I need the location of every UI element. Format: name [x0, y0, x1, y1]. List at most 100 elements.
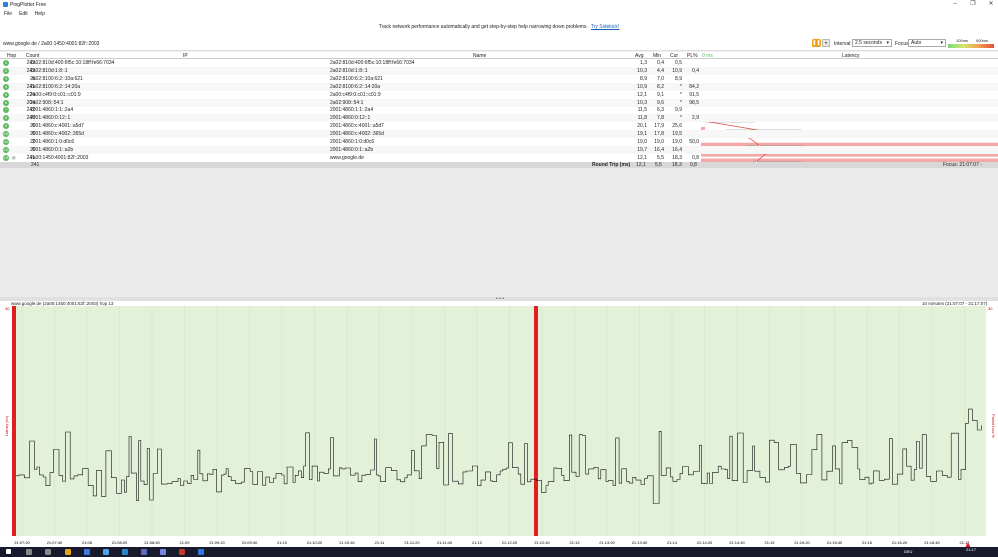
cell-ip: 2a02:810d:1:8::1: [30, 67, 68, 74]
cell-min: 8,2: [657, 83, 664, 90]
clock[interactable]: 21:17: [966, 548, 976, 552]
x-tick-label: 21:15: [764, 540, 775, 545]
packet-loss-marker: [12, 306, 16, 536]
x-tick-label: 21:07:20: [14, 540, 30, 545]
cell-ip: 2001:4860:0:12::1: [30, 115, 71, 122]
cell-min: 9,6: [657, 99, 664, 106]
x-tick-label: 21:11:40: [437, 540, 453, 545]
menu-bar: File Edit Help: [0, 9, 998, 18]
timeline-graph[interactable]: 21:07:20 21:07:40 21:08 21:08:20 21:08:40 21:…: [0, 306, 998, 548]
app-icon-2[interactable]: [103, 549, 109, 555]
table-row[interactable]: 4 241 2a02:8100:6:2::14:20a 2a02:8100:6:2::…: [0, 82, 998, 91]
app-icon-1[interactable]: [84, 549, 90, 555]
trace-target-icon: ◎: [12, 154, 16, 160]
promo-banner: Track network performance automatically …: [0, 18, 998, 36]
search-icon[interactable]: [26, 549, 32, 555]
table-row[interactable]: 2 242 2a02:810d:1:8::1 2a02:810d:1:8::1 10,3…: [0, 66, 998, 75]
cell-min: 9,1: [657, 91, 664, 98]
pause-button[interactable]: ❚❚: [812, 39, 821, 47]
cell-avg: 10,3: [637, 67, 647, 74]
hop-badge: 1: [3, 60, 9, 66]
cell-pl: 2,9: [692, 115, 699, 122]
language-indicator[interactable]: DEU: [904, 549, 912, 554]
hop-table: 1 2 4 2 2a02:810d:400:6f5c:10:18ff:fe66:7034…: [0, 59, 998, 221]
y-axis-label: Latency (ms): [5, 416, 9, 436]
y-axis-right-top-label: 30: [988, 306, 993, 311]
minimize-button[interactable]: –: [946, 0, 964, 9]
x-tick-label: 21:12:20: [502, 540, 518, 545]
graph-background: [12, 306, 986, 536]
x-tick-label: 21:08: [82, 540, 93, 545]
table-row[interactable]: 5 224 2a00:c4f9:0:c01::c01:9 2a00:c4f9:0:c0…: [0, 91, 998, 99]
table-row[interactable]: 9 6 2001:4860:c:4001::a5d7 2001:4860:c:4001…: [0, 122, 998, 130]
table-row[interactable]: 6 204 2a02:908::54:1 2a02:908::54:1 10,3 9,6 *…: [0, 98, 998, 107]
discord-icon[interactable]: [160, 549, 166, 555]
x-tick-label: 21:15:20: [794, 540, 810, 545]
target-address[interactable]: www.google.de / 2a00:1450:4001:82f::2003: [3, 41, 99, 47]
menu-file[interactable]: File: [4, 11, 12, 17]
cell-cur: *: [680, 83, 682, 90]
x-tick-label: 21:12: [472, 540, 483, 545]
menu-edit[interactable]: Edit: [19, 11, 28, 17]
cell-avg: 10,9: [637, 83, 647, 90]
cell-avg: 1,3: [640, 60, 647, 66]
scale-label-left: 100ms: [956, 38, 969, 43]
empty-area: [0, 168, 998, 297]
cell-min: 6,3: [657, 107, 664, 114]
taskview-icon[interactable]: [45, 549, 51, 555]
table-row[interactable]: 3 6 2a02:8100:6:2::10a:621 2a02:8100:6:2::1…: [0, 75, 998, 83]
table-row[interactable]: 7 242 2001:4860:1:1::2a4 2001:4860:1:1::2a4…: [0, 106, 998, 114]
cell-avg: 11,5: [637, 107, 647, 114]
explorer-icon[interactable]: [65, 549, 71, 555]
timeline-graph-svg: 21:07:20 21:07:40 21:08 21:08:20 21:08:40 21:…: [5, 306, 995, 548]
table-row[interactable]: 12 6 2001:4860:0:1::a2b 2001:4860:0:1::a2b 1…: [0, 145, 998, 154]
x-tick-label: 21:13: [569, 540, 580, 545]
cell-pl: 0,8: [692, 154, 699, 161]
hop-badge: 8: [3, 115, 9, 122]
cell-name: 2001:4860:1:1::2a4: [330, 107, 374, 114]
cell-cur: 9,9: [675, 107, 682, 114]
table-row[interactable]: 8 240 2001:4860:0:12::1 2001:4860:0:12::1 11…: [0, 114, 998, 123]
app-icon-3[interactable]: [141, 549, 147, 555]
window-title: PingPlotter Free: [10, 1, 47, 8]
interval-select[interactable]: 2.5 seconds ▾: [852, 39, 892, 47]
cell-ip: 2a02:810d:400:6f5c:10:18ff:fe66:7034: [30, 60, 115, 66]
y-axis-right-label: Packet Loss %: [991, 414, 995, 437]
cell-cur: 8,9: [675, 75, 682, 82]
cell-min: 7,0: [657, 75, 664, 82]
table-row[interactable]: 10 6 2001:4860:c:4002::365d 2001:4860:c:400…: [0, 130, 998, 139]
x-tick-label: 21:08:40: [144, 540, 160, 545]
menu-help[interactable]: Help: [35, 11, 45, 17]
windows-start-icon[interactable]: [6, 549, 11, 554]
sidekick-link[interactable]: Try Sidekick!: [591, 24, 619, 30]
cell-ip: 2a00:c4f9:0:c01::c01:9: [30, 91, 81, 98]
cell-avg: 19,1: [637, 131, 647, 138]
cell-name: 2001:4860:0:12::1: [330, 115, 371, 122]
cell-pl: 50,0: [689, 139, 699, 145]
cell-min: 5,5: [657, 154, 664, 161]
cell-cur: 19,0: [672, 139, 682, 145]
table-row[interactable]: 1 242 2a02:810d:400:6f5c:10:18ff:fe66:7034…: [0, 59, 998, 67]
pingplotter-taskbar-icon[interactable]: [198, 549, 204, 555]
x-tick-label: 21:11: [375, 540, 385, 545]
app-icon-4[interactable]: [179, 549, 185, 555]
cell-min: 0,4: [657, 60, 664, 66]
table-row[interactable]: 11 2 2001:4860:1:0:d0c6 2001:4860:1:0:d0c6 1…: [0, 138, 998, 146]
x-tick-label: 21:11:20: [404, 540, 420, 545]
cell-avg: 11,8: [637, 115, 647, 122]
target-bar: www.google.de / 2a00:1450:4001:82f::2003…: [0, 36, 998, 51]
cell-avg: 12,1: [637, 154, 647, 161]
dropdown-icon[interactable]: ▾: [822, 39, 830, 47]
maximize-button[interactable]: ❐: [964, 0, 982, 9]
close-button[interactable]: ✕: [982, 0, 998, 9]
x-tick-label: 21:14:20: [697, 540, 713, 545]
focus-select[interactable]: Auto ▾: [908, 39, 946, 47]
table-row[interactable]: 13 241 2a00:1450:4001:82f::2003 www.google.…: [0, 154, 998, 162]
cell-cur: 19,5: [672, 131, 682, 138]
cell-name: 2001:4860:0:1::a2b: [330, 146, 374, 153]
cell-name: 2a02:908::54:1: [330, 99, 364, 106]
cell-name: 2a02:810d:400:6f5c:10:18ff:fe66:7034: [330, 60, 415, 66]
edge-icon[interactable]: [122, 549, 128, 555]
cell-ip: 2a00:1450:4001:82f::2003: [30, 154, 89, 161]
cell-avg: 8,9: [640, 75, 647, 82]
